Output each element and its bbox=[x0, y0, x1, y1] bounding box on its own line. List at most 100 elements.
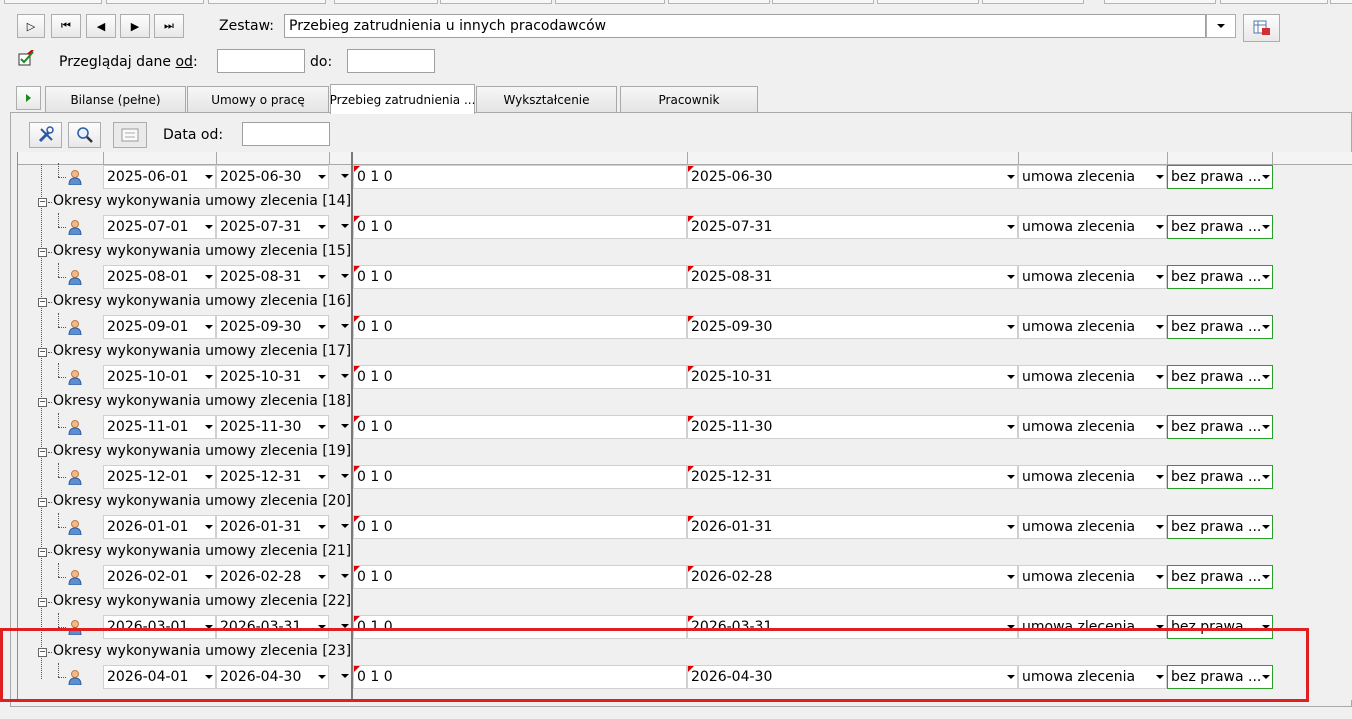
date-to-select[interactable]: 2025-12-31 bbox=[216, 465, 329, 489]
date-from-select[interactable]: 2026-04-01 bbox=[103, 665, 216, 689]
end-date-select[interactable]: 2025-12-31 bbox=[687, 465, 1018, 489]
contract-type-select[interactable]: umowa zlecenia bbox=[1018, 265, 1167, 289]
date-to-select[interactable]: 2025-09-30 bbox=[216, 315, 329, 339]
zestaw-dropdown-button[interactable] bbox=[1206, 14, 1236, 38]
group-expander[interactable]: − bbox=[38, 598, 47, 607]
insurance-right-select[interactable]: bez prawa ... bbox=[1167, 315, 1273, 339]
row-option-select[interactable] bbox=[329, 615, 351, 639]
code-cell[interactable]: 0 1 0 bbox=[353, 215, 687, 239]
row-option-select[interactable] bbox=[329, 515, 351, 539]
date-from-select[interactable]: 2025-07-01 bbox=[103, 215, 216, 239]
contract-type-select[interactable]: umowa zlecenia bbox=[1018, 165, 1167, 189]
play-button[interactable]: ▷ bbox=[17, 14, 45, 38]
date-to-select[interactable]: 2026-02-28 bbox=[216, 565, 329, 589]
end-date-select[interactable]: 2025-10-31 bbox=[687, 365, 1018, 389]
contract-type-select[interactable]: umowa zlecenia bbox=[1018, 615, 1167, 639]
insurance-right-select[interactable]: bez prawa ... bbox=[1167, 615, 1273, 639]
row-option-select[interactable] bbox=[329, 415, 351, 439]
table-row[interactable]: 2025-11-01 2025-11-30 0 1 0 2025-11-30 umowa… bbox=[18, 413, 1352, 439]
code-cell[interactable]: 0 1 0 bbox=[353, 665, 687, 689]
code-cell[interactable]: 0 1 0 bbox=[353, 565, 687, 589]
end-date-select[interactable]: 2026-03-31 bbox=[687, 615, 1018, 639]
end-date-select[interactable]: 2026-01-31 bbox=[687, 515, 1018, 539]
browse-from-input[interactable] bbox=[217, 49, 305, 73]
table-row[interactable]: 2025-06-01 2025-06-30 0 1 0 2025-06-30 umowa… bbox=[18, 163, 1352, 189]
group-expander[interactable]: − bbox=[38, 548, 47, 557]
group-title[interactable]: Okresy wykonywania umowy zlecenia [14] bbox=[53, 193, 351, 209]
zestaw-settings-button[interactable] bbox=[1243, 14, 1280, 42]
date-to-select[interactable]: 2025-06-30 bbox=[216, 165, 329, 189]
contract-type-select[interactable]: umowa zlecenia bbox=[1018, 665, 1167, 689]
edit-checkbox-icon[interactable] bbox=[18, 50, 36, 68]
group-title[interactable]: Okresy wykonywania umowy zlecenia [15] bbox=[53, 243, 351, 259]
data-od-input[interactable] bbox=[242, 122, 330, 146]
group-title[interactable]: Okresy wykonywania umowy zlecenia [19] bbox=[53, 443, 351, 459]
code-cell[interactable]: 0 1 0 bbox=[353, 315, 687, 339]
tab-wyksztalcenie[interactable]: Wykształcenie bbox=[476, 86, 617, 112]
date-from-select[interactable]: 2025-11-01 bbox=[103, 415, 216, 439]
table-row[interactable]: 2025-09-01 2025-09-30 0 1 0 2025-09-30 umowa… bbox=[18, 313, 1352, 339]
insurance-right-select[interactable]: bez prawa ... bbox=[1167, 665, 1273, 689]
contract-type-select[interactable]: umowa zlecenia bbox=[1018, 215, 1167, 239]
date-from-select[interactable]: 2026-02-01 bbox=[103, 565, 216, 589]
tab-umowy[interactable]: Umowy o pracę bbox=[187, 86, 329, 112]
date-to-select[interactable]: 2026-04-30 bbox=[216, 665, 329, 689]
browse-to-input[interactable] bbox=[347, 49, 435, 73]
row-option-select[interactable] bbox=[329, 365, 351, 389]
group-expander[interactable]: − bbox=[38, 348, 47, 357]
table-row[interactable]: 2026-04-01 2026-04-30 0 1 0 2026-04-30 umowa… bbox=[18, 663, 1352, 689]
group-expander[interactable]: − bbox=[38, 198, 47, 207]
tools-button[interactable] bbox=[29, 122, 62, 148]
date-from-select[interactable]: 2026-01-01 bbox=[103, 515, 216, 539]
tab-bilanse[interactable]: Bilanse (pełne) bbox=[45, 86, 186, 112]
first-record-button[interactable]: ⏮ bbox=[51, 14, 81, 38]
insurance-right-select[interactable]: bez prawa ... bbox=[1167, 565, 1273, 589]
table-row[interactable]: 2026-01-01 2026-01-31 0 1 0 2026-01-31 umowa… bbox=[18, 513, 1352, 539]
date-from-select[interactable]: 2025-12-01 bbox=[103, 465, 216, 489]
end-date-select[interactable]: 2025-08-31 bbox=[687, 265, 1018, 289]
date-to-select[interactable]: 2026-01-31 bbox=[216, 515, 329, 539]
contract-type-select[interactable]: umowa zlecenia bbox=[1018, 315, 1167, 339]
code-cell[interactable]: 0 1 0 bbox=[353, 365, 687, 389]
tab-pracownik[interactable]: Pracownik bbox=[620, 86, 758, 112]
group-title[interactable]: Okresy wykonywania umowy zlecenia [18] bbox=[53, 393, 351, 409]
group-title[interactable]: Okresy wykonywania umowy zlecenia [22] bbox=[53, 593, 351, 609]
date-to-select[interactable]: 2025-07-31 bbox=[216, 215, 329, 239]
end-date-select[interactable]: 2026-02-28 bbox=[687, 565, 1018, 589]
row-option-select[interactable] bbox=[329, 165, 351, 189]
group-title[interactable]: Okresy wykonywania umowy zlecenia [21] bbox=[53, 543, 351, 559]
code-cell[interactable]: 0 1 0 bbox=[353, 265, 687, 289]
table-row[interactable]: 2025-10-01 2025-10-31 0 1 0 2025-10-31 umowa… bbox=[18, 363, 1352, 389]
end-date-select[interactable]: 2025-07-31 bbox=[687, 215, 1018, 239]
table-row[interactable]: 2026-02-01 2026-02-28 0 1 0 2026-02-28 umowa… bbox=[18, 563, 1352, 589]
date-from-select[interactable]: 2026-03-01 bbox=[103, 615, 216, 639]
group-expander[interactable]: − bbox=[38, 248, 47, 257]
table-row[interactable]: 2026-03-01 2026-03-31 0 1 0 2026-03-31 umowa… bbox=[18, 613, 1352, 639]
zestaw-select[interactable]: Przebieg zatrudnienia u innych pracodawc… bbox=[284, 14, 1206, 38]
row-option-select[interactable] bbox=[329, 465, 351, 489]
insurance-right-select[interactable]: bez prawa ... bbox=[1167, 465, 1273, 489]
date-from-select[interactable]: 2025-08-01 bbox=[103, 265, 216, 289]
date-to-select[interactable]: 2025-10-31 bbox=[216, 365, 329, 389]
date-from-select[interactable]: 2025-10-01 bbox=[103, 365, 216, 389]
date-from-select[interactable]: 2025-06-01 bbox=[103, 165, 216, 189]
table-row[interactable]: 2025-08-01 2025-08-31 0 1 0 2025-08-31 umowa… bbox=[18, 263, 1352, 289]
contract-type-select[interactable]: umowa zlecenia bbox=[1018, 515, 1167, 539]
code-cell[interactable]: 0 1 0 bbox=[353, 415, 687, 439]
next-record-button[interactable]: ▶ bbox=[120, 14, 150, 38]
group-expander[interactable]: − bbox=[38, 398, 47, 407]
table-row[interactable]: 2025-12-01 2025-12-31 0 1 0 2025-12-31 umowa… bbox=[18, 463, 1352, 489]
insurance-right-select[interactable]: bez prawa ... bbox=[1167, 515, 1273, 539]
row-option-select[interactable] bbox=[329, 215, 351, 239]
group-title[interactable]: Okresy wykonywania umowy zlecenia [16] bbox=[53, 293, 351, 309]
end-date-select[interactable]: 2025-11-30 bbox=[687, 415, 1018, 439]
group-title[interactable]: Okresy wykonywania umowy zlecenia [20] bbox=[53, 493, 351, 509]
tab-scroll-button[interactable] bbox=[16, 86, 41, 110]
group-title[interactable]: Okresy wykonywania umowy zlecenia [23] bbox=[53, 643, 351, 659]
date-to-select[interactable]: 2026-03-31 bbox=[216, 615, 329, 639]
end-date-select[interactable]: 2026-04-30 bbox=[687, 665, 1018, 689]
prev-record-button[interactable]: ◀ bbox=[86, 14, 116, 38]
contract-type-select[interactable]: umowa zlecenia bbox=[1018, 465, 1167, 489]
code-cell[interactable]: 0 1 0 bbox=[353, 615, 687, 639]
table-row[interactable]: 2025-07-01 2025-07-31 0 1 0 2025-07-31 umowa… bbox=[18, 213, 1352, 239]
